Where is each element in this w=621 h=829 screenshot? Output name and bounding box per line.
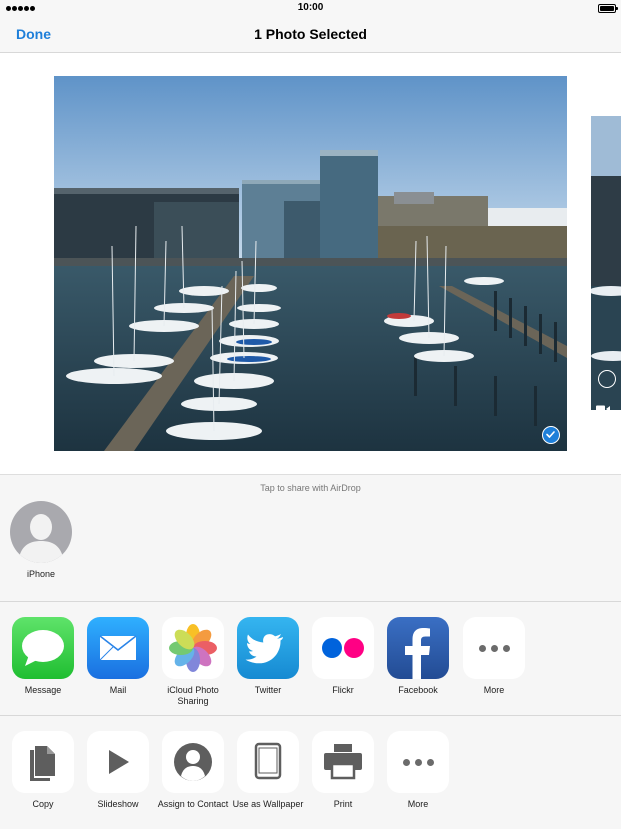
share-label: Flickr xyxy=(332,685,354,695)
action-assign-to-contact[interactable]: Assign to Contact xyxy=(157,731,229,810)
selected-photo[interactable] xyxy=(54,76,567,451)
more-icon xyxy=(463,617,525,679)
photo-carousel[interactable] xyxy=(0,53,621,474)
action-use-as-wallpaper[interactable]: Use as Wallpaper xyxy=(232,731,304,810)
action-label: More xyxy=(407,799,429,809)
action-more[interactable]: More xyxy=(382,731,454,810)
share-mail[interactable]: Mail xyxy=(82,617,154,696)
nav-bar: Done 1 Photo Selected xyxy=(0,16,621,53)
printer-icon xyxy=(312,731,374,793)
share-more[interactable]: More xyxy=(458,617,530,696)
share-label: Mail xyxy=(109,685,127,695)
action-slideshow[interactable]: Slideshow xyxy=(82,731,154,810)
status-bar: 10:00 xyxy=(0,0,621,16)
share-twitter[interactable]: Twitter xyxy=(232,617,304,696)
action-label: Copy xyxy=(32,799,54,809)
mail-icon xyxy=(87,617,149,679)
airdrop-section: Tap to share with AirDrop iPhone xyxy=(0,474,621,601)
battery-icon xyxy=(598,4,618,13)
photos-icon xyxy=(162,617,224,679)
facebook-icon xyxy=(387,617,449,679)
airdrop-hint: Tap to share with AirDrop xyxy=(260,483,361,493)
person-silhouette-icon xyxy=(10,501,72,563)
copy-icon xyxy=(12,731,74,793)
share-label: Facebook xyxy=(398,685,438,695)
airdrop-contact-name: iPhone xyxy=(26,569,56,579)
message-icon xyxy=(12,617,74,679)
actions-row: Copy Slideshow Assign to Contact Use as … xyxy=(0,715,621,829)
airdrop-contact[interactable]: iPhone xyxy=(10,501,72,579)
select-circle-icon[interactable] xyxy=(598,370,616,388)
share-label: iCloud Photo Sharing xyxy=(167,685,219,706)
more-icon xyxy=(387,731,449,793)
status-time: 10:00 xyxy=(297,2,324,13)
flickr-icon xyxy=(312,617,374,679)
ipad-icon xyxy=(237,731,299,793)
action-label: Slideshow xyxy=(97,799,139,809)
share-label: More xyxy=(483,685,505,695)
play-icon xyxy=(87,731,149,793)
action-copy[interactable]: Copy xyxy=(7,731,79,810)
action-label: Use as Wallpaper xyxy=(232,799,304,809)
contact-icon xyxy=(162,731,224,793)
share-facebook[interactable]: Facebook xyxy=(382,617,454,696)
share-icloud-photo-sharing[interactable]: iCloud Photo Sharing xyxy=(157,617,229,707)
share-apps-row: Message Mail iCloud Photo Sharing Twitte… xyxy=(0,601,621,715)
twitter-icon xyxy=(237,617,299,679)
share-message[interactable]: Message xyxy=(7,617,79,696)
action-label: Print xyxy=(333,799,353,809)
share-flickr[interactable]: Flickr xyxy=(307,617,379,696)
share-label: Message xyxy=(24,685,62,695)
next-photo-thumbnail[interactable] xyxy=(591,116,621,410)
video-camera-icon xyxy=(596,400,610,410)
selected-check-icon[interactable] xyxy=(542,426,560,444)
page-title: 1 Photo Selected xyxy=(254,26,367,42)
action-print[interactable]: Print xyxy=(307,731,379,810)
action-label: Assign to Contact xyxy=(157,799,229,809)
share-label: Twitter xyxy=(254,685,282,695)
